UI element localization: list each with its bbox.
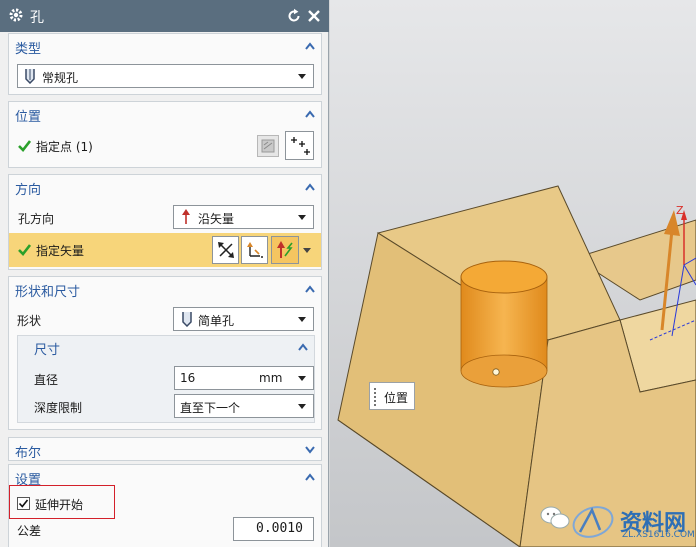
simple-hole-icon: [182, 312, 192, 327]
extend-start-label[interactable]: 延伸开始: [35, 496, 83, 513]
shape-section-header[interactable]: 形状和尺寸: [9, 277, 321, 301]
center-point-marker[interactable]: [492, 368, 500, 376]
tolerance-value[interactable]: 0.0010: [256, 521, 303, 536]
expand-icon[interactable]: [305, 446, 315, 454]
collapse-icon[interactable]: [305, 183, 315, 191]
section-title: 位置: [15, 110, 42, 125]
chevron-down-icon[interactable]: [298, 376, 306, 381]
dialog-titlebar: 孔: [0, 0, 329, 32]
chevron-down-icon: [298, 215, 306, 220]
boolean-section-header[interactable]: 布尔: [9, 438, 321, 462]
drag-handle-icon[interactable]: [373, 387, 377, 407]
specify-point-label[interactable]: 指定点 (1): [36, 138, 93, 155]
collapse-icon[interactable]: [298, 343, 308, 351]
arrow-up-icon: [182, 209, 190, 224]
extend-start-checkbox[interactable]: [17, 497, 30, 510]
sketch-icon: [261, 139, 275, 153]
tolerance-label: 公差: [17, 524, 42, 538]
z-axis-label: Z: [676, 204, 684, 217]
position-tag[interactable]: 位置: [369, 382, 415, 410]
chevron-down-icon[interactable]: [303, 248, 311, 253]
checkbox-check-icon: [18, 499, 29, 508]
depth-limit-label: 深度限制: [34, 401, 83, 415]
diameter-value[interactable]: 16: [180, 371, 195, 385]
hole-type-icon: [25, 69, 35, 84]
section-title: 类型: [15, 42, 42, 57]
dimensions-header[interactable]: 尺寸: [18, 336, 314, 358]
chevron-down-icon: [298, 317, 306, 322]
position-section-header[interactable]: 位置: [9, 102, 321, 126]
graphics-viewport[interactable]: Z: [330, 0, 696, 547]
type-section: 类型 常规孔: [8, 33, 322, 95]
vector-dialog-button[interactable]: [271, 236, 299, 264]
position-section: 位置 指定点 (1): [8, 101, 322, 168]
point-dialog-button[interactable]: [285, 131, 314, 160]
collapse-icon[interactable]: [305, 285, 315, 293]
section-title: 布尔: [15, 446, 42, 461]
specify-vector-label: 指定矢量: [36, 244, 85, 258]
hole-direction-label: 孔方向: [18, 212, 55, 226]
collapse-icon[interactable]: [305, 473, 315, 481]
hole-type-select[interactable]: 常规孔: [17, 64, 314, 88]
tolerance-input[interactable]: 0.0010: [233, 517, 314, 541]
gear-icon[interactable]: [8, 7, 24, 23]
inferred-vector-button[interactable]: [241, 236, 268, 264]
diameter-unit: mm: [259, 371, 283, 385]
hole-type-value: 常规孔: [42, 71, 79, 85]
section-title: 形状和尺寸: [15, 285, 81, 300]
watermark-subtext: ZL.XS1616.COM: [622, 530, 695, 540]
chevron-down-icon: [298, 74, 306, 79]
boolean-section: 布尔: [8, 437, 322, 461]
sketch-section-button[interactable]: [257, 135, 279, 157]
shape-size-section: 形状和尺寸 形状 简单孔 尺寸 直径 16 mm 深度限制 直至下一个: [8, 276, 322, 430]
collapse-icon[interactable]: [305, 110, 315, 118]
direction-section: 方向 孔方向 沿矢量 指定矢量: [8, 174, 322, 270]
type-section-header[interactable]: 类型: [9, 34, 321, 58]
points-icon: [291, 137, 310, 155]
diameter-label: 直径: [34, 373, 59, 387]
depth-limit-value: 直至下一个: [180, 401, 241, 415]
diameter-input[interactable]: 16 mm: [174, 366, 314, 390]
hole-direction-value: 沿矢量: [198, 212, 235, 226]
dialog-title: 孔: [30, 10, 44, 26]
wechat-icon: [540, 506, 570, 529]
reset-icon[interactable]: [286, 8, 302, 24]
dimensions-group: 尺寸 直径 16 mm 深度限制 直至下一个: [17, 335, 315, 423]
shape-label: 形状: [17, 314, 42, 328]
reverse-direction-icon: [218, 242, 234, 258]
close-icon[interactable]: [306, 8, 322, 24]
specify-vector-row[interactable]: 指定矢量: [9, 233, 321, 267]
hole-preview-cylinder[interactable]: [460, 260, 548, 388]
vector-constructor-icon: [277, 241, 293, 258]
group-title: 尺寸: [34, 343, 61, 358]
depth-limit-select[interactable]: 直至下一个: [174, 394, 314, 418]
hole-dialog: 孔 类型 常规孔 位置 指定点 (1) 方向 孔方向 沿矢量 指定矢量 形状和尺…: [0, 0, 329, 547]
hole-direction-select[interactable]: 沿矢量: [173, 205, 314, 229]
direction-section-header[interactable]: 方向: [9, 175, 321, 199]
collapse-icon[interactable]: [305, 42, 315, 50]
position-tag-label: 位置: [384, 391, 409, 405]
settings-section: 设置 延伸开始 公差 0.0010: [8, 464, 322, 547]
shape-value: 简单孔: [198, 314, 235, 328]
reverse-direction-button[interactable]: [212, 236, 239, 264]
chevron-down-icon: [298, 404, 306, 409]
watermark-logo-icon: [572, 506, 614, 538]
section-title: 方向: [15, 183, 42, 198]
shape-select[interactable]: 简单孔: [173, 307, 314, 331]
vector-icon: [247, 242, 263, 258]
checkmark-icon: [18, 140, 31, 152]
checkmark-icon: [18, 244, 31, 256]
